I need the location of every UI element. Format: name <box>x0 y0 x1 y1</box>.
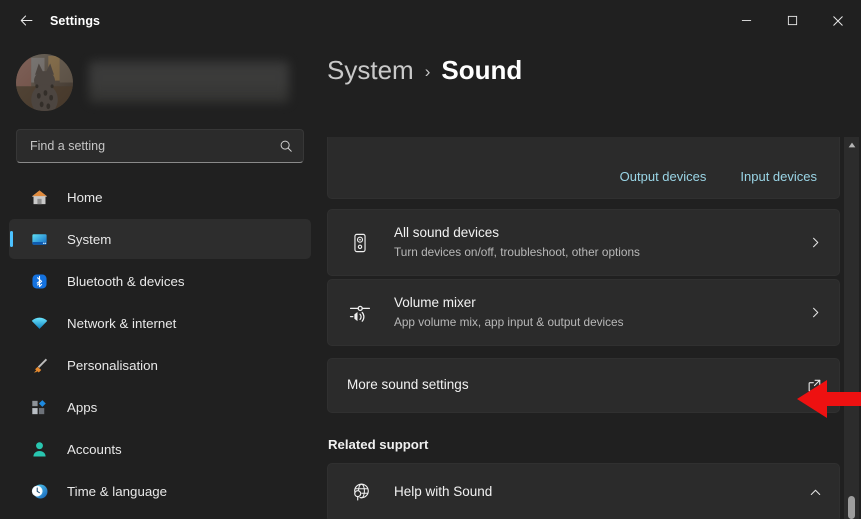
search-box[interactable] <box>16 129 304 163</box>
row-title: All sound devices <box>394 225 500 241</box>
minimize-button[interactable] <box>723 0 769 41</box>
settings-window: Settings Find a setting Home System Blue… <box>0 0 861 519</box>
globe-search-icon <box>347 480 373 506</box>
close-button[interactable] <box>815 0 861 41</box>
cat-avatar-image <box>16 53 73 111</box>
scroll-up-arrow-icon[interactable] <box>844 137 859 153</box>
avatar[interactable] <box>16 53 73 111</box>
more-sound-settings-card: More sound settings <box>327 358 840 413</box>
help-with-sound-card: Help with Sound <box>327 463 840 519</box>
volume-mixer-text: Volume mixer App volume mix, app input &… <box>394 294 809 331</box>
sidebar-item-accounts[interactable]: Accounts <box>9 429 311 469</box>
all-sound-devices-card: All sound devices Turn devices on/off, t… <box>327 209 840 276</box>
settings-scroll-area: Output devices Input devices All sound d… <box>327 137 840 519</box>
sidebar-item-label: Personalisation <box>67 357 158 373</box>
sidebar-item-label: System <box>67 231 112 247</box>
bluetooth-icon <box>29 271 49 291</box>
row-title: Help with Sound <box>394 484 493 500</box>
all-sound-devices-text: All sound devices Turn devices on/off, t… <box>394 224 809 261</box>
sidebar-nav: Home System Bluetooth & devices Network … <box>0 177 320 511</box>
apps-icon <box>29 397 49 417</box>
related-support-heading: Related support <box>328 437 429 452</box>
volume-mixer-card: Volume mixer App volume mix, app input &… <box>327 279 840 346</box>
app-title: Settings <box>50 13 101 28</box>
speaker-icon <box>347 230 373 256</box>
clock-globe-icon <box>29 481 49 501</box>
sidebar-item-label: Accounts <box>67 441 122 457</box>
close-icon <box>833 15 843 26</box>
output-device-card-partial: Output devices Input devices <box>327 137 840 199</box>
account-block[interactable] <box>0 41 320 113</box>
more-sound-settings-row[interactable]: More sound settings <box>328 359 839 412</box>
breadcrumb-separator-icon: › <box>424 62 431 81</box>
sidebar-item-time-language[interactable]: Time & language <box>9 471 311 511</box>
external-link-icon[interactable] <box>807 378 822 393</box>
sidebar-item-home[interactable]: Home <box>9 177 311 217</box>
sidebar-item-bluetooth-devices[interactable]: Bluetooth & devices <box>9 261 311 301</box>
all-sound-devices-row[interactable]: All sound devices Turn devices on/off, t… <box>328 210 839 275</box>
window-body: Home <box>0 41 861 519</box>
input-devices-link[interactable]: Input devices <box>740 169 817 184</box>
wifi-icon <box>29 313 49 333</box>
scrollbar-thumb[interactable] <box>848 496 855 519</box>
scrollbar-track[interactable] <box>844 153 859 519</box>
help-with-sound-row[interactable]: Help with Sound <box>328 464 839 519</box>
sidebar-item-system[interactable]: System <box>9 219 311 259</box>
sidebar-item-network-internet[interactable]: Network & internet <box>9 303 311 343</box>
content-pane: System › Sound Output devices Input devi… <box>320 41 861 519</box>
minimize-icon <box>741 20 751 21</box>
chevron-right-icon[interactable] <box>809 306 822 319</box>
account-person-icon <box>29 439 49 459</box>
volume-mixer-row[interactable]: Volume mixer App volume mix, app input &… <box>328 280 839 345</box>
sidebar-item-personalisation[interactable]: Personalisation <box>9 345 311 385</box>
home-icon <box>29 187 49 207</box>
title-bar: Settings <box>0 0 861 41</box>
search-input[interactable] <box>30 139 279 153</box>
back-button[interactable] <box>9 6 43 36</box>
sidebar-item-label: Network & internet <box>67 315 177 331</box>
more-sound-settings-text: More sound settings <box>347 376 807 394</box>
chevron-right-icon[interactable] <box>809 236 822 249</box>
sidebar-item-apps[interactable]: Apps <box>9 387 311 427</box>
sidebar-item-label: Home <box>67 189 103 205</box>
system-display-icon <box>29 229 49 249</box>
row-subtitle: App volume mix, app input & output devic… <box>394 315 624 330</box>
chevron-up-icon[interactable] <box>809 486 822 499</box>
breadcrumb-parent[interactable]: System <box>327 55 414 86</box>
help-with-sound-text: Help with Sound <box>394 483 809 501</box>
back-arrow-icon <box>20 15 32 26</box>
volume-mixer-icon <box>347 300 373 326</box>
sidebar-item-label: Apps <box>67 399 98 415</box>
maximize-icon <box>787 15 797 26</box>
breadcrumb: System › Sound <box>327 41 861 104</box>
maximize-button[interactable] <box>769 0 815 41</box>
row-subtitle: Turn devices on/off, troubleshoot, other… <box>394 245 640 260</box>
paintbrush-icon <box>29 355 49 375</box>
search-icon <box>280 140 292 152</box>
row-title: Volume mixer <box>394 295 476 311</box>
account-name-redacted <box>89 61 289 103</box>
window-controls <box>723 0 861 41</box>
vertical-scrollbar[interactable] <box>844 137 859 519</box>
sidebar-item-label: Time & language <box>67 483 168 499</box>
sidebar: Home <box>0 41 320 519</box>
sidebar-item-label: Bluetooth & devices <box>67 273 185 289</box>
row-title: More sound settings <box>347 377 469 393</box>
output-devices-link[interactable]: Output devices <box>620 169 707 184</box>
page-title: Sound <box>441 55 523 85</box>
